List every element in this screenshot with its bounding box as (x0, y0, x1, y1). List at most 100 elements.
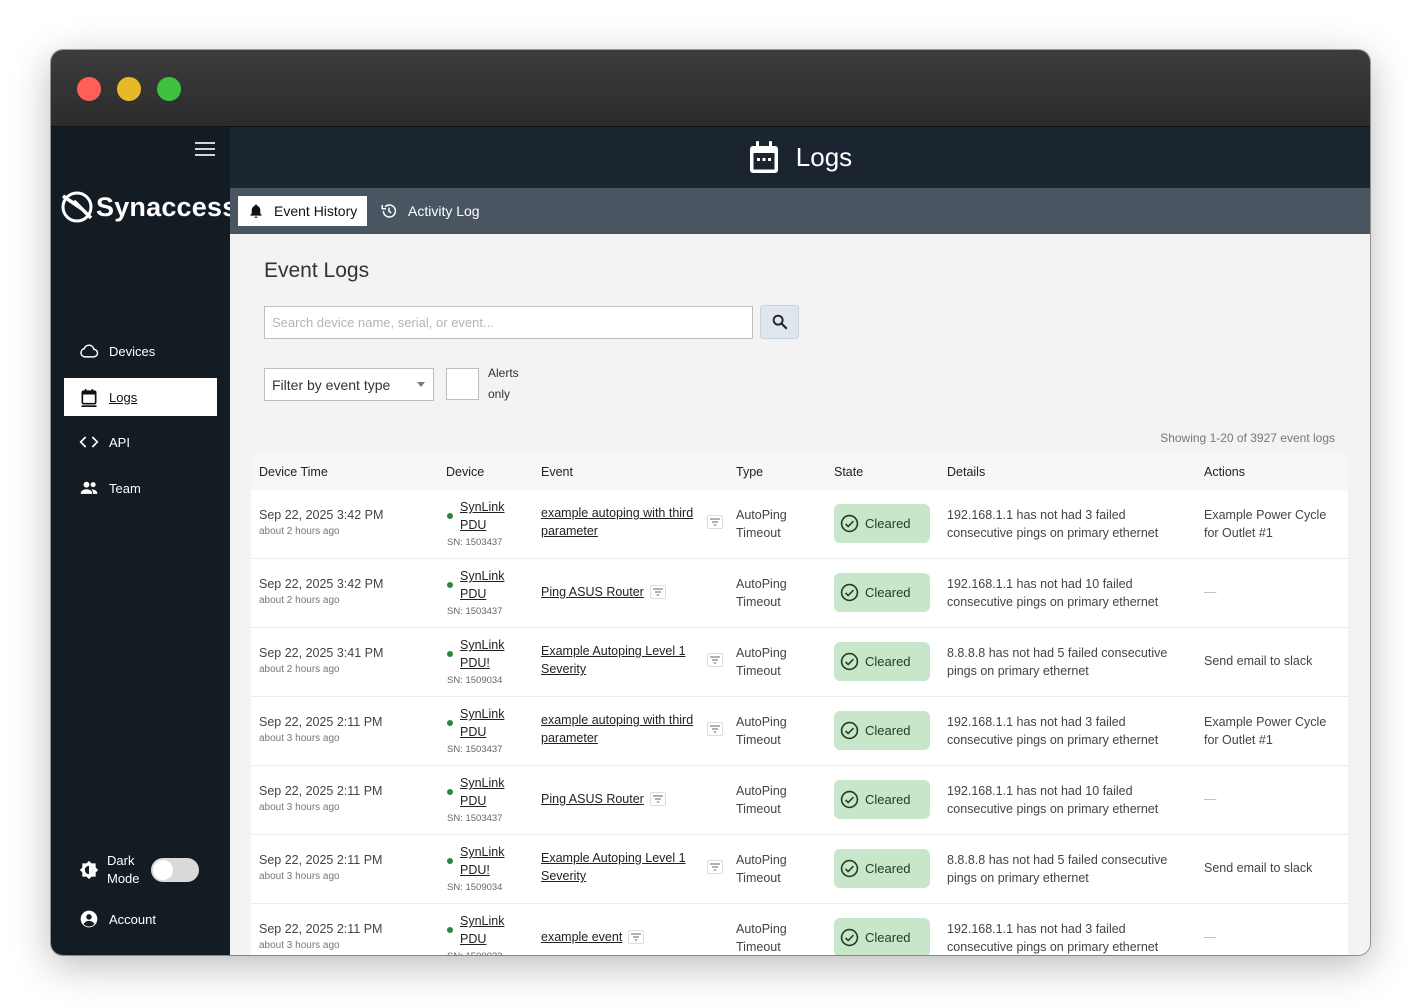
event-type: AutoPing Timeout (736, 715, 787, 747)
page-title: Logs (795, 142, 853, 172)
tab-label: Event History (274, 203, 358, 219)
filter-icon (710, 863, 720, 871)
device-time: Sep 22, 2025 2:11 PM (259, 853, 383, 867)
table-body: Sep 22, 2025 3:42 PM about 2 hours ago Syn… (251, 490, 1348, 955)
column-header-type: Type (736, 465, 764, 479)
sidebar-item-api[interactable]: API (64, 423, 217, 461)
table-row: Sep 22, 2025 2:11 PM about 3 hours ago Syn… (251, 697, 1348, 766)
event-link[interactable]: Ping ASUS Router (541, 583, 644, 601)
table-row: Sep 22, 2025 2:11 PM about 3 hours ago Syn… (251, 766, 1348, 835)
event-link[interactable]: Ping ASUS Router (541, 790, 644, 808)
device-serial: SN: 1509034 (447, 882, 503, 893)
event-log-table: Device Time Device Event Type State Deta… (251, 454, 1348, 955)
event-link[interactable]: example event (541, 928, 622, 946)
filter-by-event-button[interactable] (707, 860, 723, 874)
event-details: 192.168.1.1 has not had 10 failed consec… (947, 577, 1159, 609)
search-icon (772, 314, 787, 330)
state-label: Cleared (865, 516, 911, 531)
event-details: 192.168.1.1 has not had 3 failed consecu… (947, 715, 1159, 747)
device-time-cell: Sep 22, 2025 2:11 PM about 3 hours ago (259, 922, 382, 951)
event-link[interactable]: Example Autoping Level 1 Severity (541, 849, 701, 885)
state-badge: Cleared (834, 849, 930, 888)
device-time-cell: Sep 22, 2025 3:42 PM about 2 hours ago (259, 508, 383, 537)
sidebar-item-label: API (109, 434, 130, 450)
filter-by-event-button[interactable] (628, 930, 645, 944)
dark-mode-control: Dark Mode (79, 852, 199, 888)
people-icon (80, 481, 98, 494)
event-action: — (1204, 792, 1217, 806)
tab-event-history[interactable]: Event History (238, 196, 368, 226)
search-input[interactable] (264, 306, 753, 339)
device-link[interactable]: SynLink PDU (460, 499, 518, 534)
sidebar-item-label: Logs (109, 389, 138, 405)
device-link[interactable]: SynLink PDU (460, 568, 518, 603)
event-type: AutoPing Timeout (736, 784, 787, 816)
check-circle-icon (840, 514, 859, 533)
device-link[interactable]: SynLink PDU! (460, 637, 518, 672)
event-link[interactable]: example autoping with third parameter (541, 504, 701, 540)
alerts-only-checkbox[interactable] (446, 368, 479, 400)
chevron-down-icon (417, 382, 425, 387)
device-link[interactable]: SynLink PDU (460, 775, 518, 810)
close-window-button[interactable] (77, 77, 101, 101)
dark-mode-toggle[interactable] (151, 858, 199, 882)
dark-mode-label: Dark Mode (107, 853, 140, 886)
event-cell: example autoping with third parameter (541, 711, 723, 747)
check-circle-icon (840, 790, 859, 809)
device-status-dot (447, 858, 453, 864)
device-serial: SN: 1503437 (447, 744, 503, 755)
filter-icon (710, 518, 720, 526)
calendar-icon (81, 389, 97, 407)
filter-by-event-button[interactable] (707, 722, 723, 736)
minimize-window-button[interactable] (117, 77, 141, 101)
page-header: Logs (230, 127, 1370, 188)
device-time: Sep 22, 2025 3:41 PM (259, 646, 384, 660)
device-link[interactable]: SynLink PDU (460, 706, 518, 741)
device-status-dot (447, 789, 453, 795)
event-cell: Ping ASUS Router (541, 583, 723, 601)
check-circle-icon (840, 583, 859, 602)
column-header-event: Event (541, 465, 573, 479)
event-details: 8.8.8.8 has not had 5 failed consecutive… (947, 646, 1168, 678)
column-header-actions: Actions (1204, 465, 1245, 479)
table-row: Sep 22, 2025 3:42 PM about 2 hours ago Syn… (251, 559, 1348, 628)
state-label: Cleared (865, 723, 911, 738)
event-details: 192.168.1.1 has not had 3 failed consecu… (947, 508, 1159, 540)
account-circle-icon (80, 910, 98, 928)
device-time: Sep 22, 2025 2:11 PM (259, 922, 383, 936)
device-link[interactable]: SynLink PDU! (460, 844, 518, 879)
filter-by-event-button[interactable] (707, 515, 723, 529)
sidebar-item-logs[interactable]: Logs (64, 378, 217, 416)
event-action: Send email to slack (1204, 654, 1313, 668)
device-time-cell: Sep 22, 2025 3:42 PM about 2 hours ago (259, 577, 383, 606)
menu-icon[interactable] (195, 142, 215, 160)
table-header: Device Time Device Event Type State Deta… (251, 454, 1348, 490)
calendar-icon (749, 140, 778, 173)
filter-by-event-button[interactable] (649, 792, 666, 806)
device-status-dot (447, 720, 453, 726)
sidebar-item-devices[interactable]: Devices (64, 332, 217, 370)
column-header-device-time: Device Time (259, 465, 328, 479)
event-type: AutoPing Timeout (736, 646, 787, 678)
tab-activity-log[interactable]: Activity Log (370, 196, 490, 226)
sidebar-item-team[interactable]: Team (64, 469, 217, 507)
event-type-filter-select[interactable]: Filter by event type (264, 368, 434, 401)
device-serial: SN: 1503437 (447, 813, 503, 824)
tab-label: Activity Log (408, 203, 480, 219)
search-button[interactable] (760, 305, 799, 339)
event-cell: Example Autoping Level 1 Severity (541, 642, 723, 678)
device-link[interactable]: SynLink PDU (460, 913, 518, 948)
maximize-window-button[interactable] (157, 77, 181, 101)
relative-time: about 3 hours ago (259, 802, 340, 813)
main-content: Event Logs Filter by event type Alerts o… (230, 234, 1370, 955)
table-row: Sep 22, 2025 3:41 PM about 2 hours ago Syn… (251, 628, 1348, 697)
filter-by-event-button[interactable] (649, 585, 666, 599)
event-link[interactable]: Example Autoping Level 1 Severity (541, 642, 701, 678)
account-link[interactable]: Account (79, 909, 156, 929)
state-badge: Cleared (834, 711, 930, 750)
device-status-dot (447, 582, 453, 588)
sidebar: Synaccess Devices Logs API Team Dark Mod… (51, 127, 237, 955)
state-badge: Cleared (834, 918, 930, 955)
event-link[interactable]: example autoping with third parameter (541, 711, 701, 747)
filter-by-event-button[interactable] (707, 653, 723, 667)
